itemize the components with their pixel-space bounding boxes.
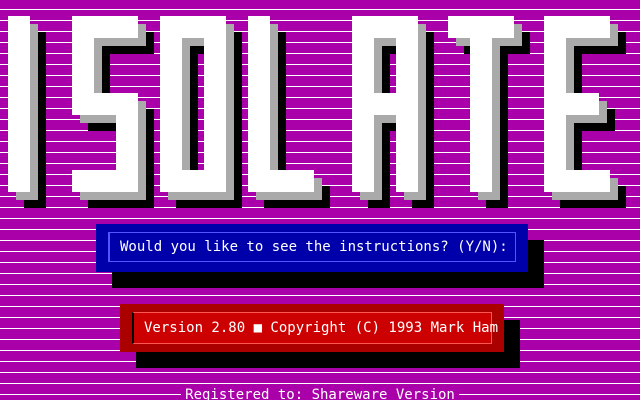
instructions-prompt-dialog[interactable]: Would you like to see the instructions? … [96, 224, 528, 272]
version-copyright-text: Version 2.80 ■ Copyright (C) 1993 Mark H… [144, 320, 499, 336]
letter-face [160, 16, 182, 192]
letter-face [248, 170, 314, 192]
prompt-inner-frame: Would you like to see the instructions? … [108, 232, 516, 262]
title-letter-t [448, 16, 530, 208]
letter-face [8, 16, 30, 192]
instructions-question: Would you like to see the instructions? … [120, 239, 508, 255]
title-letter-e [544, 16, 626, 208]
title-letter-s [72, 16, 154, 208]
registration-line: Registered to: Shareware Version [0, 384, 640, 400]
letter-face [72, 170, 138, 192]
letter-face [72, 16, 94, 104]
title-letter-i [8, 16, 74, 208]
title-letter-a [352, 16, 434, 208]
registration-text: Registered to: Shareware Version [181, 387, 459, 400]
letter-face [544, 93, 599, 115]
letter-face [470, 16, 492, 192]
letter-face [352, 93, 418, 115]
version-inner-frame: Version 2.80 ■ Copyright (C) 1993 Mark H… [132, 312, 498, 344]
title-letter-l [248, 16, 330, 208]
letter-face [204, 16, 226, 192]
letter-face [248, 16, 270, 192]
version-dialog: Version 2.80 ■ Copyright (C) 1993 Mark H… [120, 304, 504, 352]
title-letter-o [160, 16, 242, 208]
letter-face [160, 170, 226, 192]
letter-face [544, 170, 610, 192]
splash-screen: Would you like to see the instructions? … [0, 0, 640, 400]
